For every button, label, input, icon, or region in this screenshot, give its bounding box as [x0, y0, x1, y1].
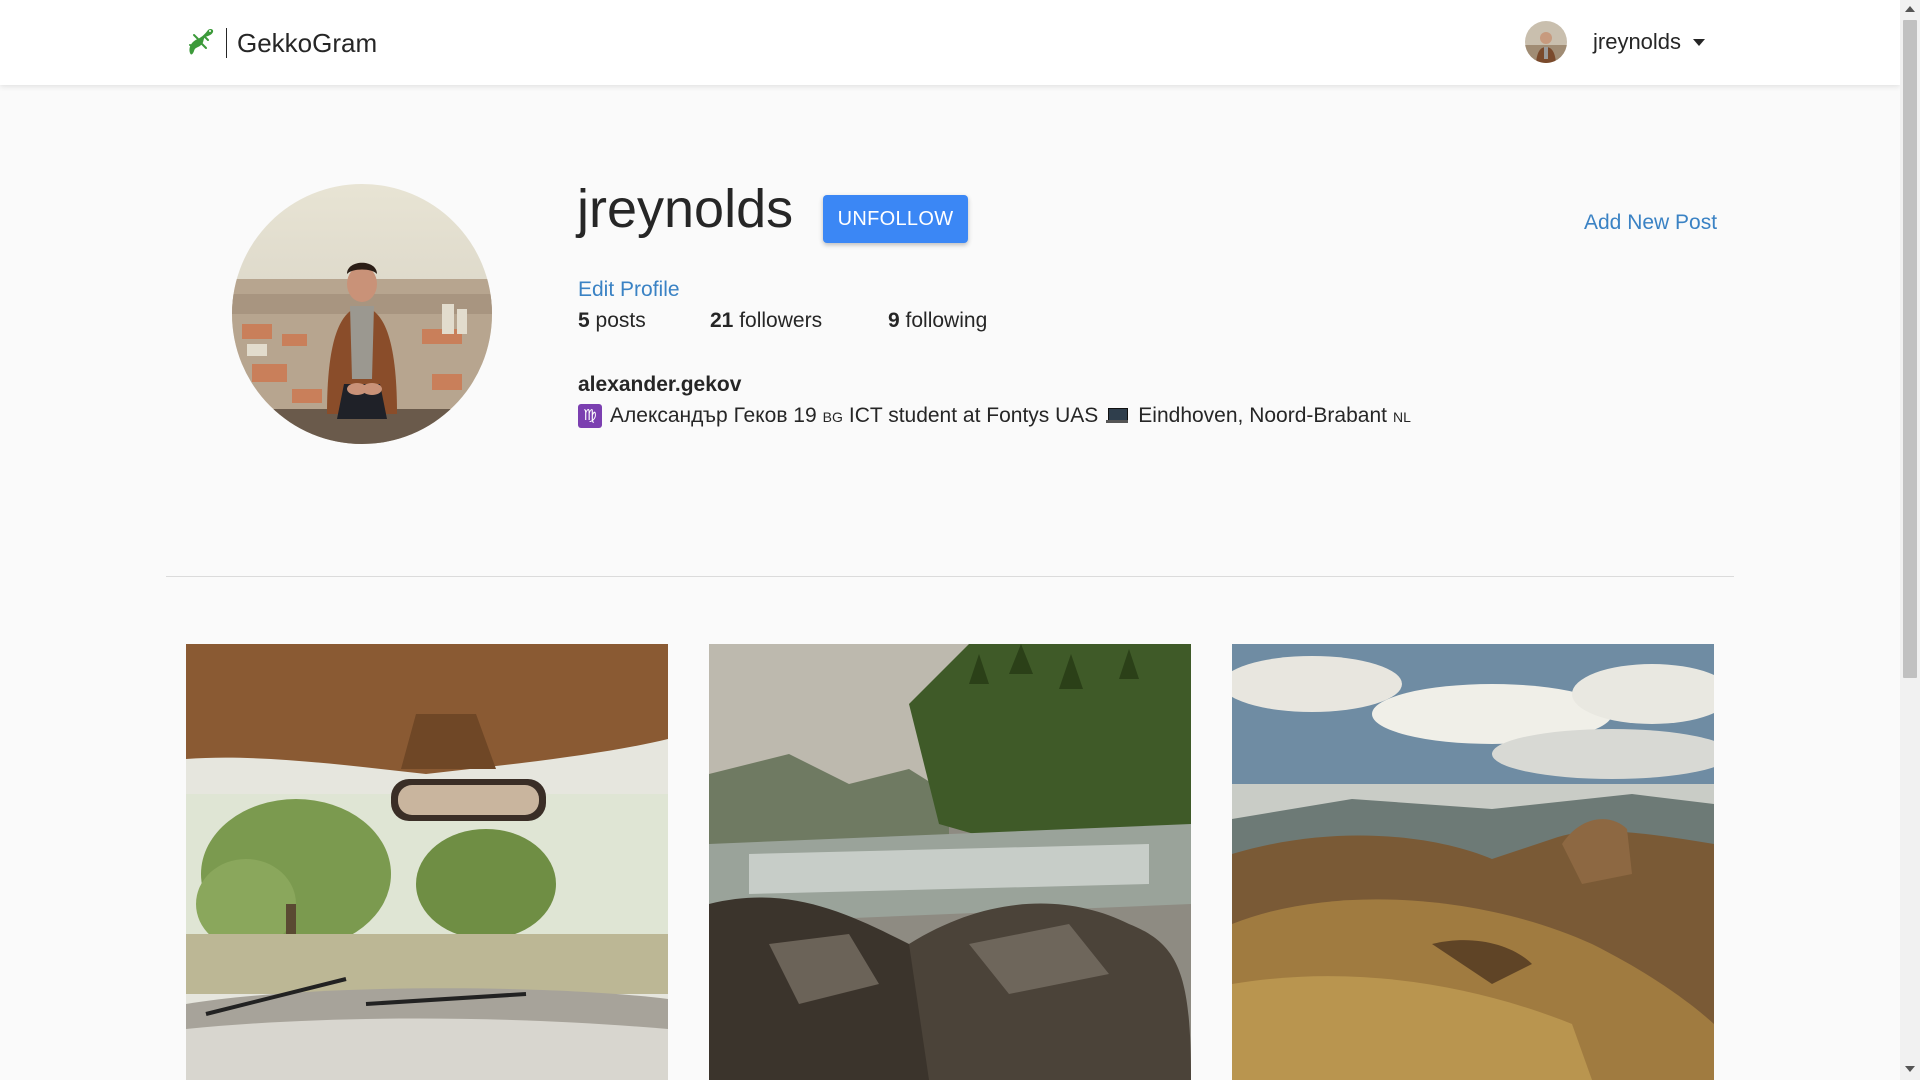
unfollow-button[interactable]: UNFOLLOW — [823, 195, 968, 243]
followers-count-value: 21 — [710, 309, 734, 332]
posts-count-label: posts — [595, 309, 646, 332]
bio-text-name: Александър Геков 19 — [610, 404, 817, 427]
scroll-thumb[interactable] — [1903, 20, 1917, 678]
bulgaria-flag-icon: BG — [822, 409, 843, 425]
following-count[interactable]: 9 following — [888, 309, 987, 333]
profile-stats: 5 posts 21 followers 9 following — [578, 309, 987, 333]
posts-count: 5 posts — [578, 309, 710, 333]
chevron-down-icon — [1693, 38, 1706, 46]
followers-count-label: followers — [739, 309, 823, 332]
profile-bio: ♍ Александър Геков 19 BG ICT student at … — [578, 404, 1411, 428]
gecko-logo-icon — [186, 27, 216, 59]
nav-avatar — [1525, 21, 1567, 63]
scroll-up-icon[interactable] — [1905, 6, 1915, 12]
bio-text-study: ICT student at Fontys UAS — [848, 404, 1099, 427]
brand-name: GekkoGram — [237, 28, 378, 58]
scroll-down-icon[interactable] — [1905, 1066, 1915, 1072]
post-thumbnail[interactable] — [186, 644, 668, 1080]
top-navbar: GekkoGram jreynolds — [0, 0, 1900, 85]
netherlands-flag-icon: NL — [1392, 409, 1411, 425]
river-forest-photo-icon — [709, 644, 1191, 1080]
user-menu-dropdown[interactable]: jreynolds — [1525, 20, 1706, 64]
following-count-value: 9 — [888, 309, 900, 332]
followers-count[interactable]: 21 followers — [710, 309, 888, 333]
brand-separator — [226, 28, 227, 58]
car-interior-photo-icon — [186, 644, 668, 1080]
bio-text-location: Eindhoven, Noord-Brabant — [1138, 404, 1387, 427]
mountain-landscape-photo-icon — [1232, 644, 1714, 1080]
following-count-label: following — [905, 309, 988, 332]
page-scrollbar[interactable] — [1900, 0, 1920, 1080]
add-new-post-link[interactable]: Add New Post — [1584, 211, 1717, 235]
post-thumbnail[interactable] — [709, 644, 1191, 1080]
profile-username: jreynolds — [577, 179, 794, 239]
laptop-icon — [1106, 408, 1129, 424]
nav-username: jreynolds — [1593, 29, 1682, 54]
posts-count-value: 5 — [578, 309, 590, 332]
profile-full-name: alexander.gekov — [578, 373, 742, 396]
brand-link[interactable]: GekkoGram — [186, 25, 377, 61]
post-thumbnail[interactable] — [1232, 644, 1714, 1080]
profile-avatar — [232, 184, 492, 444]
edit-profile-link[interactable]: Edit Profile — [578, 278, 680, 302]
section-divider — [166, 576, 1734, 577]
virgo-icon: ♍ — [578, 404, 602, 428]
